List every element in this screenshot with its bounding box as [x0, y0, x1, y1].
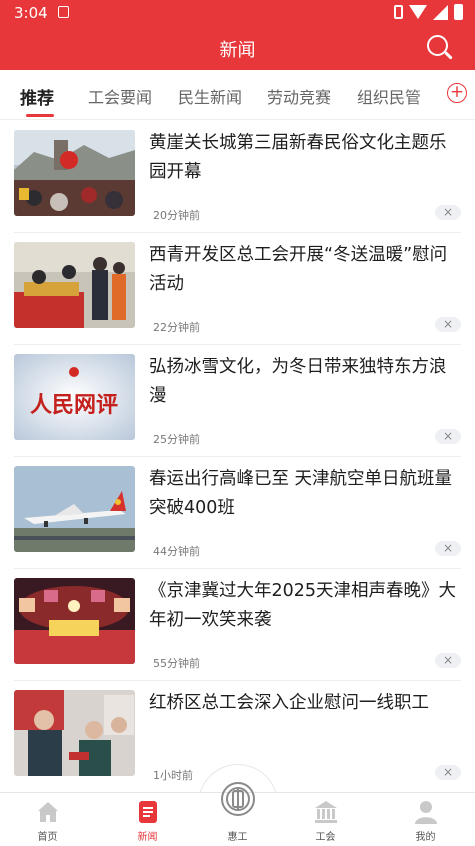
dismiss-icon[interactable]: ×	[435, 317, 461, 332]
dismiss-icon[interactable]: ×	[435, 541, 461, 556]
status-icons	[392, 4, 463, 20]
news-time: 44分钟前	[153, 545, 200, 558]
add-tab-icon[interactable]: +	[447, 83, 467, 103]
notification-icon	[58, 6, 69, 18]
news-thumbnail	[14, 690, 135, 776]
nav-news[interactable]: 新闻	[100, 793, 195, 846]
news-list: 黄崖关长城第三届新春民俗文化主题乐园开幕 20分钟前 × 西青开发区总工会开展“…	[0, 121, 475, 793]
tab-union-news[interactable]: 工会要闻	[88, 84, 152, 108]
search-button[interactable]	[427, 35, 453, 61]
page-title: 新闻	[219, 40, 256, 61]
dismiss-icon[interactable]: ×	[435, 765, 461, 780]
building-icon	[315, 801, 337, 823]
category-tabs: 推荐 工会要闻 民生新闻 劳动竞赛 组织民管	[0, 70, 475, 120]
news-item[interactable]: 黄崖关长城第三届新春民俗文化主题乐园开幕 20分钟前 ×	[14, 121, 461, 233]
news-time: 55分钟前	[153, 657, 200, 670]
news-thumbnail	[14, 466, 135, 552]
user-icon	[415, 801, 437, 824]
nav-profile[interactable]: 我的	[378, 793, 473, 846]
news-time: 22分钟前	[153, 321, 200, 334]
news-item[interactable]: 春运出行高峰已至 天津航空单日航班量突破400班 44分钟前 ×	[14, 457, 461, 569]
nav-label: 新闻	[137, 832, 158, 843]
dismiss-icon[interactable]: ×	[435, 653, 461, 668]
news-title: 黄崖关长城第三届新春民俗文化主题乐园开幕	[149, 133, 447, 182]
nav-label: 工会	[315, 832, 336, 843]
tab-recommend[interactable]: 推荐	[20, 84, 54, 109]
news-time: 1小时前	[153, 769, 193, 782]
nav-label: 首页	[37, 832, 58, 843]
news-item[interactable]: 人民网评 弘扬冰雪文化，为冬日带来独特东方浪漫 25分钟前 ×	[14, 345, 461, 457]
nav-union[interactable]: 工会	[278, 793, 373, 846]
dismiss-icon[interactable]: ×	[435, 429, 461, 444]
vibrate-icon	[394, 5, 403, 19]
status-bar: 3:04	[0, 0, 475, 26]
news-thumbnail	[14, 242, 135, 328]
news-thumbnail	[14, 130, 135, 216]
news-title: 弘扬冰雪文化，为冬日带来独特东方浪漫	[149, 357, 447, 406]
news-time: 20分钟前	[153, 209, 200, 222]
news-title: 西青开发区总工会开展“冬送温暖”慰问活动	[149, 245, 448, 294]
status-time: 3:04	[14, 4, 48, 22]
home-icon	[38, 802, 58, 822]
nav-label: 我的	[415, 832, 436, 843]
nav-home[interactable]: 首页	[0, 793, 95, 846]
bottom-nav: 首页 新闻 惠工 工会 我的	[0, 782, 475, 846]
news-title: 春运出行高峰已至 天津航空单日航班量突破400班	[149, 469, 453, 518]
news-icon	[139, 801, 157, 823]
news-item[interactable]: 《京津冀过大年2025天津相声春晚》大年初一欢笑来袭 55分钟前 ×	[14, 569, 461, 681]
dismiss-icon[interactable]: ×	[435, 205, 461, 220]
news-item[interactable]: 西青开发区总工会开展“冬送温暖”慰问活动 22分钟前 ×	[14, 233, 461, 345]
wifi-icon	[409, 5, 427, 19]
nav-label: 惠工	[227, 832, 248, 843]
news-thumbnail	[14, 578, 135, 664]
active-tab-indicator	[26, 114, 54, 117]
tab-organization[interactable]: 组织民管	[357, 84, 421, 108]
signal-icon	[433, 4, 448, 20]
union-emblem-icon	[221, 782, 255, 816]
news-thumbnail: 人民网评	[14, 354, 135, 440]
thumbnail-caption: 人民网评	[30, 392, 118, 418]
tab-labor-competition[interactable]: 劳动竞赛	[267, 84, 331, 108]
news-title: 红桥区总工会深入企业慰问一线职工	[149, 693, 429, 713]
battery-icon	[454, 4, 463, 20]
tab-livelihood-news[interactable]: 民生新闻	[178, 84, 242, 108]
news-time: 25分钟前	[153, 433, 200, 446]
app-header: 新闻	[0, 26, 475, 70]
nav-benefits[interactable]: 惠工	[190, 782, 285, 846]
news-title: 《京津冀过大年2025天津相声春晚》大年初一欢笑来袭	[149, 581, 457, 630]
